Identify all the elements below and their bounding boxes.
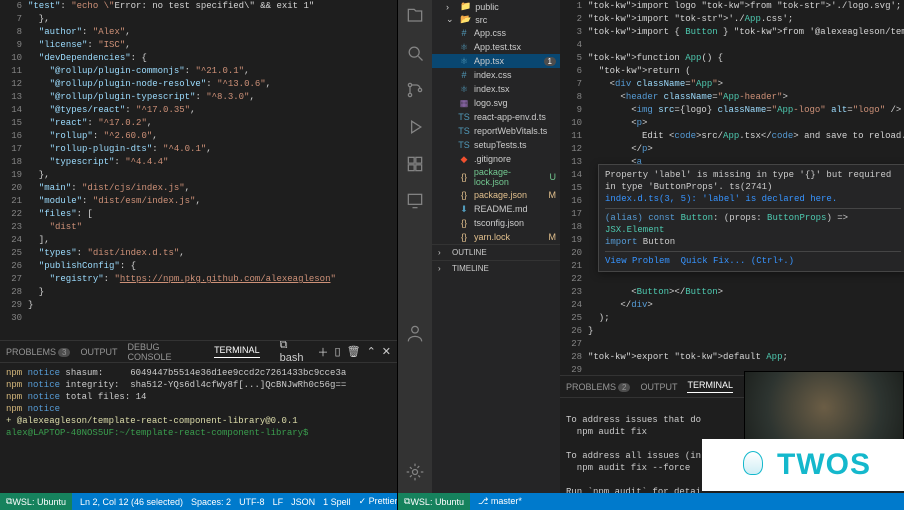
file-App-tsx[interactable]: ⚛App.tsx1 [432, 54, 560, 68]
file-README-md[interactable]: ⬇README.md [432, 202, 560, 216]
terminal-body[interactable]: npm notice shasum: 6049447b5514e36d1ee9c… [0, 363, 397, 493]
line-gutter: 6789101112131415161718192021222324252627… [0, 0, 28, 340]
file-tsconfig-json[interactable]: {}tsconfig.json [432, 216, 560, 230]
folder-src[interactable]: ⌄📂src [432, 13, 560, 26]
tab-output[interactable]: OUTPUT [640, 382, 677, 392]
tooltip-actions: View Problem Quick Fix... (Ctrl+.) [605, 255, 901, 267]
indent-spaces[interactable]: Spaces: 2 [191, 497, 231, 507]
file-package-lock-json[interactable]: {}package-lock.jsonU [432, 166, 560, 188]
file-index-css[interactable]: #index.css [432, 68, 560, 82]
activity-bar [398, 0, 432, 493]
panel-actions: ⧉ bash ＋ ▯ 🗑 ⌃ ✕ [280, 339, 391, 364]
extensions-icon[interactable] [405, 154, 425, 177]
statusbar-right: ⧉ WSL: Ubuntu ⎇ master* Spaces: 2 UTF-8 [398, 493, 904, 510]
remote-indicator[interactable]: ⧉ WSL: Ubuntu [0, 493, 72, 510]
prettier[interactable]: ✓ Prettier [359, 496, 397, 507]
file--gitignore[interactable]: ◆.gitignore [432, 152, 560, 166]
explorer-sidebar: ›📁public ⌄📂src #App.css⚛App.test.tsx⚛App… [432, 0, 560, 493]
file-yarn-lock[interactable]: {}yarn.lockM [432, 230, 560, 244]
settings-icon[interactable] [405, 462, 425, 485]
tooltip-alias: (alias) const Button: (props: ButtonProp… [605, 212, 901, 236]
shell-selector[interactable]: ⧉ bash [280, 339, 312, 364]
file-App-test-tsx[interactable]: ⚛App.test.tsx [432, 40, 560, 54]
left-window: 6789101112131415161718192021222324252627… [0, 0, 398, 510]
explorer-icon[interactable] [405, 6, 425, 29]
file-react-app-env-d-ts[interactable]: TSreact-app-env.d.ts [432, 110, 560, 124]
split-terminal-icon[interactable]: ▯ [335, 345, 341, 358]
new-terminal-icon[interactable]: ＋ [318, 344, 329, 360]
file-App-css[interactable]: #App.css [432, 26, 560, 40]
remote-explorer-icon[interactable] [405, 191, 425, 214]
git-branch[interactable]: ⎇ master* [478, 496, 522, 507]
maximize-panel-icon[interactable]: ⌃ [367, 345, 376, 358]
tab-output[interactable]: OUTPUT [80, 347, 117, 357]
brand-text: TWOS [777, 448, 871, 482]
tooltip-import: import Button [605, 236, 901, 248]
code-area[interactable]: "test": "echo \"Error: no test specified… [28, 0, 397, 340]
tab-terminal[interactable]: TERMINAL [687, 380, 733, 393]
tab-problems[interactable]: PROBLEMS2 [566, 382, 630, 392]
run-debug-icon[interactable] [405, 117, 425, 140]
brand-logo: TWOS [702, 439, 904, 491]
terminal-panel: PROBLEMS3 OUTPUT DEBUG CONSOLE TERMINAL … [0, 340, 397, 493]
eol[interactable]: LF [273, 497, 284, 507]
kill-terminal-icon[interactable]: 🗑 [347, 345, 361, 358]
remote-indicator[interactable]: ⧉ WSL: Ubuntu [398, 493, 470, 510]
file-reportWebVitals-ts[interactable]: TSreportWebVitals.ts [432, 124, 560, 138]
file-index-tsx[interactable]: ⚛index.tsx [432, 82, 560, 96]
panel-tabs: PROBLEMS3 OUTPUT DEBUG CONSOLE TERMINAL … [0, 341, 397, 363]
lightbulb-icon [735, 447, 771, 483]
cursor-position[interactable]: Ln 2, Col 12 (46 selected) [80, 497, 183, 507]
right-editor[interactable]: 1234567891011121314151617181920212223242… [560, 0, 904, 375]
close-panel-icon[interactable]: ✕ [382, 345, 391, 358]
lang-mode[interactable]: JSON [291, 497, 315, 507]
error-hover-tooltip: Property 'label' is missing in type '{}'… [598, 164, 904, 272]
line-gutter: 1234567891011121314151617181920212223242… [560, 0, 588, 375]
tooltip-declaration-link[interactable]: index.d.ts(3, 5): 'label' is declared he… [605, 193, 901, 205]
encoding[interactable]: UTF-8 [239, 497, 265, 507]
view-problem-link[interactable]: View Problem [605, 256, 670, 266]
timeline-section[interactable]: ›TIMELINE [432, 260, 560, 276]
tooltip-error-msg: Property 'label' is missing in type '{}'… [605, 169, 901, 193]
outline-section[interactable]: ›OUTLINE [432, 244, 560, 260]
folder-public[interactable]: ›📁public [432, 0, 560, 13]
quick-fix-link[interactable]: Quick Fix... (Ctrl+.) [681, 256, 794, 266]
account-icon[interactable] [405, 323, 425, 346]
left-editor[interactable]: 6789101112131415161718192021222324252627… [0, 0, 397, 340]
tab-problems[interactable]: PROBLEMS3 [6, 347, 70, 357]
file-setupTests-ts[interactable]: TSsetupTests.ts [432, 138, 560, 152]
statusbar-left: ⧉ WSL: Ubuntu Ln 2, Col 12 (46 selected)… [0, 493, 397, 510]
source-control-icon[interactable] [405, 80, 425, 103]
file-logo-svg[interactable]: ▦logo.svg [432, 96, 560, 110]
tab-terminal[interactable]: TERMINAL [214, 345, 260, 358]
tab-debug-console[interactable]: DEBUG CONSOLE [127, 342, 204, 362]
search-icon[interactable] [405, 43, 425, 66]
file-package-json[interactable]: {}package.jsonM [432, 188, 560, 202]
spell-check[interactable]: 1 Spell [323, 497, 351, 507]
